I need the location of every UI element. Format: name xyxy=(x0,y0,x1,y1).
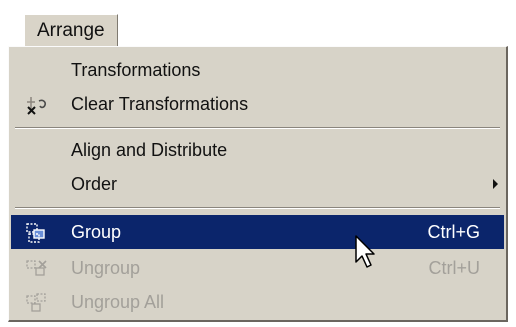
submenu-arrow-icon xyxy=(493,179,498,189)
menu-item-order[interactable]: Order xyxy=(11,167,504,201)
menu-item-group-label: Group xyxy=(71,221,122,242)
menu-separator xyxy=(15,207,500,209)
menu-item-align-and-distribute[interactable]: Align and Distribute xyxy=(11,133,504,167)
menu-item-align-and-distribute-label: Align and Distribute xyxy=(71,139,228,160)
ungroup-icon xyxy=(25,258,49,280)
group-icon xyxy=(25,222,49,244)
menu-item-ungroup-all[interactable]: Ungroup All xyxy=(11,285,504,319)
menu-item-order-label: Order xyxy=(71,173,118,194)
menu-bar: Arrange xyxy=(0,0,516,50)
menu-item-ungroup-label: Ungroup xyxy=(71,257,141,278)
menu-item-group[interactable]: Group Ctrl+G xyxy=(11,215,504,249)
menu-item-ungroup-shortcut: Ctrl+U xyxy=(428,257,480,278)
menu-item-group-shortcut: Ctrl+G xyxy=(427,221,480,242)
menu-item-clear-transformations[interactable]: Clear Transformations xyxy=(11,87,504,121)
arrange-dropdown-menu: Transformations Clear Transformations Al… xyxy=(8,46,508,322)
menu-item-ungroup-all-label: Ungroup All xyxy=(71,291,165,312)
menu-separator xyxy=(15,127,500,129)
ungroup-all-icon xyxy=(25,292,49,314)
menu-item-ungroup[interactable]: Ungroup Ctrl+U xyxy=(11,251,504,285)
menu-item-transformations[interactable]: Transformations xyxy=(11,53,504,87)
menu-arrange-label: Arrange xyxy=(37,19,105,41)
mouse-pointer-icon xyxy=(354,234,378,270)
menu-arrange[interactable]: Arrange xyxy=(24,14,118,46)
menu-item-transformations-label: Transformations xyxy=(71,59,201,80)
clear-transformations-icon xyxy=(25,94,49,116)
menu-item-clear-transformations-label: Clear Transformations xyxy=(71,93,249,114)
